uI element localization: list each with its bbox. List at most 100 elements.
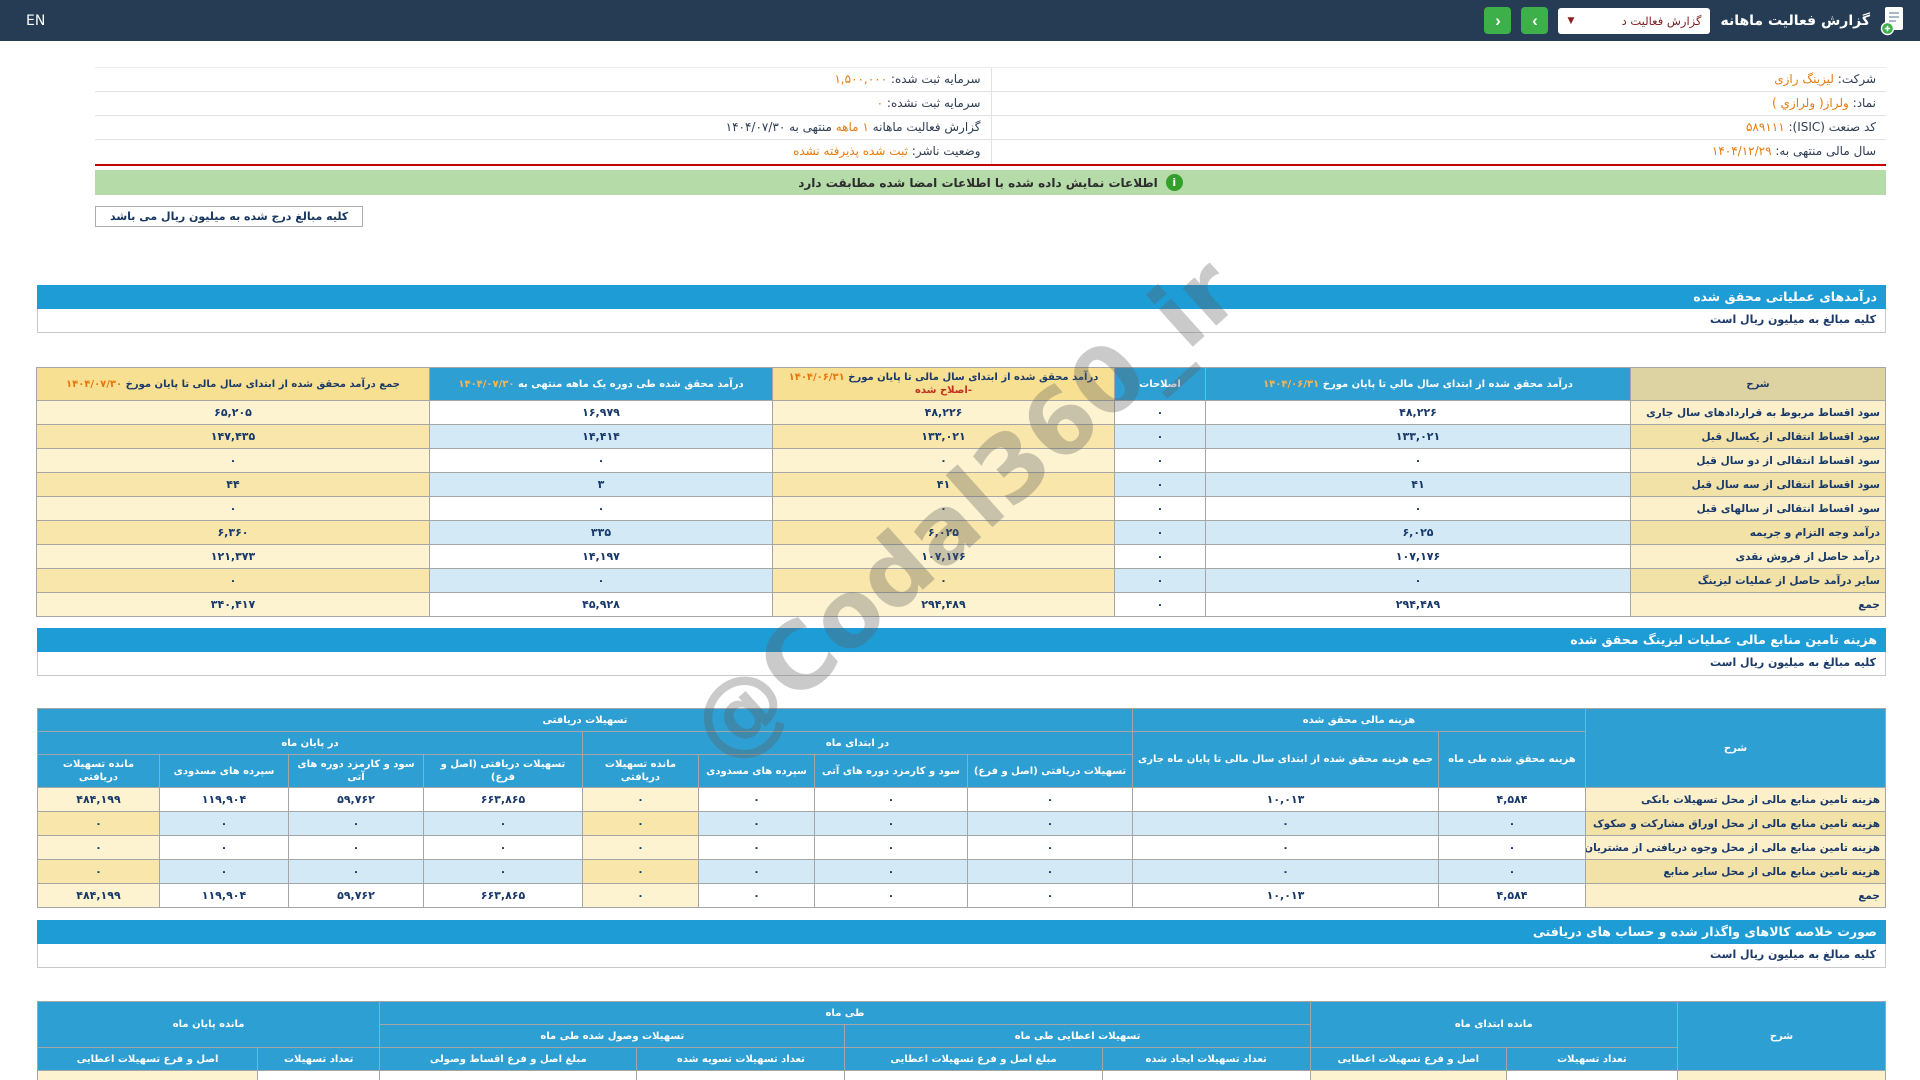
cell-cost-month: ۴,۵۸۴ [1438,787,1586,812]
col-desc: شرح [1585,708,1886,788]
cell-total-cumulative: ۱۲۱,۳۷۳ [36,544,430,569]
row-label: هزینه تامین منابع مالی از محل سایر منابع [1585,859,1886,884]
cell [1505,1070,1678,1080]
goods-table-body [36,1070,1887,1080]
cell-begin-principal: ۰ [966,883,1133,908]
cell-begin-future-interest: ۰ [813,787,968,812]
cell-total-cumulative: ۳۴۰,۴۱۷ [36,592,430,617]
col-cost-total: جمع هزینه محقق شده از ابتدای سال مالی تا… [1131,731,1440,788]
cell [36,1070,259,1080]
cell-adjustments: ۰ [1114,448,1206,473]
cell-adjustments: ۰ [1114,544,1206,569]
cell-begin-net-balance: ۰ [581,859,699,884]
header-date: ۱۴۰۴/۰۷/۳۰ [66,378,123,390]
col-begin-principal: تسهیلات دریافتی (اصل و فرع) [966,754,1133,788]
cell-begin-blocked-deposits: ۰ [697,859,815,884]
cell-begin-future-interest: ۰ [813,835,968,860]
col-desc: شرح [1676,1001,1887,1071]
section-title-finance-cost: هزینه تامین منابع مالی عملیات لیزینگ محق… [37,628,1886,652]
cell-end-principal: ۶۶۳,۸۶۵ [422,883,583,908]
col-current-month: درآمد محقق شده طی دوره یک ماهه منتهی به … [429,367,773,401]
table-row: جمع ۲۹۴,۴۸۹ ۰ ۲۹۴,۴۸۹ ۴۵,۹۲۸ ۳۴۰,۴۱۷ [36,592,1886,617]
info-fiscal-year: سال مالی منتهی به: ۱۴۰۴/۱۲/۲۹ [990,140,1887,164]
cell-end-blocked-deposits: ۰ [158,811,289,836]
cell-adjusted-cumulative: ۴۸,۲۲۶ [772,400,1115,425]
col-begin-blocked-deposits: سپرده های مسدودی [697,754,815,788]
prev-report-button[interactable]: ‹ [1484,7,1512,34]
col-begin-future-interest: سود و کارمزد دوره های آتی [813,754,968,788]
cell [636,1070,846,1080]
symbol-link[interactable]: ولراز( ولرازي ) [1772,96,1849,110]
cell [1101,1070,1311,1080]
cell-adjusted-cumulative: ۴۱ [772,472,1115,497]
cell-current-month: ۰ [429,568,773,593]
cell-end-future-interest: ۰ [287,859,424,884]
cell-end-principal: ۶۶۳,۸۶۵ [422,787,583,812]
cell-adjustments: ۰ [1114,520,1206,545]
finance-cost-table: شرح هزینه مالی محقق شده تسهیلات دریافتی … [36,708,1886,908]
cell-end-blocked-deposits: ۱۱۹,۹۰۴ [158,787,289,812]
cell-current-month: ۱۴,۱۹۷ [429,544,773,569]
cell-total-cumulative: ۱۴۷,۴۳۵ [36,424,430,449]
company-label: شرکت: [1837,72,1876,86]
header-date: ۱۴۰۴/۰۶/۳۱ [788,372,845,383]
table-row: درآمد حاصل از فروش نقدی ۱۰۷,۱۷۶ ۰ ۱۰۷,۱۷… [36,544,1886,569]
cell-end-future-interest: ۰ [287,835,424,860]
cell-end-principal: ۰ [422,835,583,860]
unit-note-finance-cost: کلیه مبالغ به میلیون ریال است [37,652,1886,676]
company-info-section: شرکت: لیزینگ رازی سرمایه ثبت شده: ۱,۵۰۰,… [95,67,1886,227]
report-type-dropdown-value: گزارش فعالیت د [1621,13,1702,28]
cell-current-month: ۱۶,۹۷۹ [429,400,773,425]
unit-note-revenue: کلیه مبالغ به میلیون ریال است [37,309,1886,333]
cell-begin-blocked-deposits: ۰ [697,835,815,860]
group-collected-facilities: تسهیلات وصول شده طی ماه [379,1024,846,1048]
row-label: هزینه تامین منابع مالی از محل تسهیلات با… [1585,787,1886,812]
cell-current-month: ۰ [429,496,773,521]
unit-note-goods: کلیه مبالغ به میلیون ریال است [37,944,1886,968]
row-label: سود اقساط انتقالی از یکسال قبل [1630,424,1886,449]
cell [1309,1070,1507,1080]
row-label: هزینه تامین منابع مالی از محل اوراق مشار… [1585,811,1886,836]
table-row: سود اقساط انتقالی از سالهای قبل ۰ ۰ ۰ ۰ … [36,496,1886,521]
info-isic-code: کد صنعت (ISIC): ۵۸۹۱۱۱ [990,116,1886,140]
signed-data-notice-text: اطلاعات نمایش داده شده با اطلاعات امضا ش… [798,175,1158,190]
cell-prev-cumulative: ۲۹۴,۴۸۹ [1205,592,1631,617]
cell-adjustments: ۰ [1114,424,1206,449]
cell-adjusted-cumulative: ۲۹۴,۴۸۹ [772,592,1115,617]
col-total-cumulative: جمع درآمد محقق شده از ابتدای سال مالی تا… [36,367,430,401]
cell-end-net-balance: ۴۸۴,۱۹۹ [36,787,160,812]
info-unregistered-capital: سرمایه ثبت نشده: ۰ [95,92,991,116]
cell-total-cumulative: ۰ [36,496,430,521]
cell [844,1070,1103,1080]
cell-begin-net-balance: ۰ [581,787,699,812]
next-report-button[interactable]: › [1521,7,1549,34]
row-label: هزینه تامین منابع مالی از محل وجوه دریاف… [1585,835,1886,860]
cell-end-net-balance: ۰ [36,811,160,836]
group-begin-balance: مانده ابتدای ماه [1309,1001,1678,1048]
report-type-dropdown[interactable]: گزارش فعالیت د ▼ [1558,7,1711,34]
cell-begin-future-interest: ۰ [813,883,968,908]
info-publisher-status: وضعیت ناشر: ثبت شده پذیرفته نشده [793,144,981,158]
col-granted-amount: مبلغ اصل و فرع تسهیلات اعطایی [844,1047,1103,1071]
table-row: هزینه تامین منابع مالی از محل اوراق مشار… [36,811,1886,836]
table-row: سود اقساط انتقالی از سه سال قبل ۴۱ ۰ ۴۱ … [36,472,1886,497]
col-end-future-interest: سود و کارمزد دوره های آتی [287,754,424,788]
cell-total-cumulative: ۰ [36,568,430,593]
cell-end-future-interest: ۵۹,۷۶۲ [287,883,424,908]
cell-total-cumulative: ۰ [36,448,430,473]
section-title-goods: صورت خلاصه کالاهای واگذار شده و حساب های… [37,920,1886,944]
cell-prev-cumulative: ۰ [1205,568,1631,593]
cell-adjusted-cumulative: ۰ [772,496,1115,521]
col-created-count: تعداد تسهیلات ایجاد شده [1101,1047,1311,1071]
language-toggle[interactable]: EN [26,13,45,29]
group-begin-of-month: در ابتدای ماه [581,731,1133,755]
col-adjusted-cumulative: درآمد محقق شده از ابتدای سال مالی تا پای… [772,367,1115,401]
goods-table: شرح مانده ابتدای ماه طی ماه مانده پایان … [36,1001,1887,1080]
col-prev-cumulative: درآمد محقق شده از ابتدای سال مالي تا پای… [1205,367,1631,401]
company-info-table: شرکت: لیزینگ رازی سرمایه ثبت شده: ۱,۵۰۰,… [95,67,1886,166]
cell-cost-total: ۰ [1131,811,1440,836]
cell-begin-blocked-deposits: ۰ [697,811,815,836]
company-link[interactable]: لیزینگ رازی [1774,72,1834,86]
cell-end-future-interest: ۵۹,۷۶۲ [287,787,424,812]
amounts-note-row: کلیه مبالغ درج شده به میلیون ریال می باش… [95,206,1886,227]
